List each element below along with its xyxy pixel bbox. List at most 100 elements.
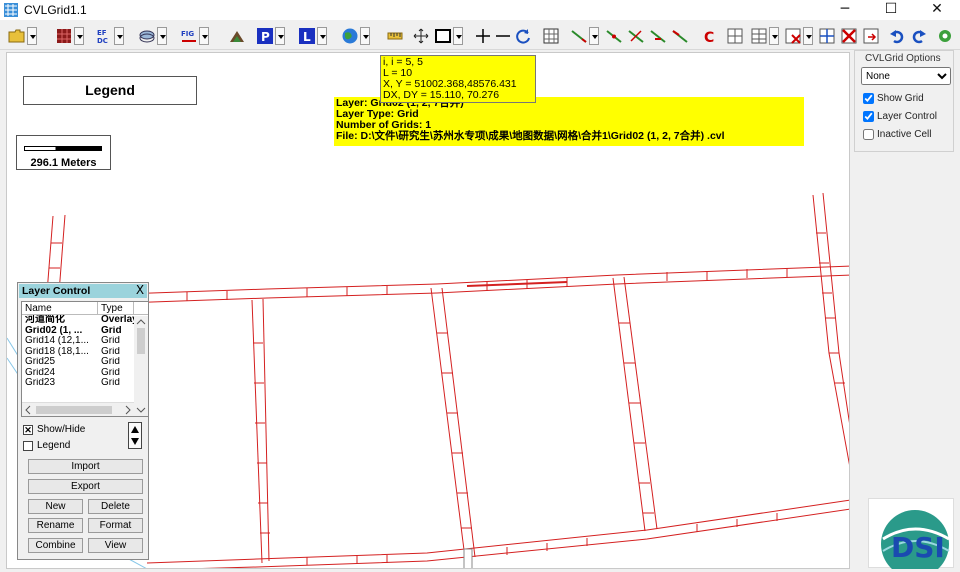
layer-info-file: File: D:\文件\研究生\苏州水专项\成果\地图数据\网格\合并1\Gri… xyxy=(336,130,725,142)
line-tool-4-icon[interactable] xyxy=(649,27,667,45)
rectangle-icon[interactable] xyxy=(434,27,452,45)
layer-control-panel: Layer Control X Name Type 河道简化 Overlay Gr… xyxy=(17,282,149,560)
select-box-icon[interactable] xyxy=(542,27,560,45)
inactive-cell-check[interactable] xyxy=(863,129,874,140)
options-select[interactable]: None xyxy=(861,67,951,85)
pan-icon[interactable] xyxy=(412,27,430,45)
new-button[interactable]: New xyxy=(28,499,83,514)
ef-dc-dropdown[interactable] xyxy=(114,27,124,45)
grid-dropdown[interactable] xyxy=(74,27,84,45)
svg-text:L: L xyxy=(303,30,311,44)
grid-edit-dropdown[interactable] xyxy=(769,27,779,45)
options-panel: CVLGrid Options None Show Grid Layer Con… xyxy=(850,50,960,572)
globe-icon[interactable] xyxy=(341,27,359,45)
line-tool-5-icon[interactable] xyxy=(671,27,689,45)
c-icon[interactable]: C xyxy=(700,27,718,45)
line-tool-1-icon[interactable] xyxy=(570,27,588,45)
layer-list[interactable]: Name Type 河道简化Overlay Grid02 (1, ...Grid… xyxy=(21,301,149,417)
show-hide-checkbox[interactable]: ✕ Show/Hide xyxy=(23,424,85,435)
layer-row[interactable]: Grid02 (1, ... Grid xyxy=(22,326,148,337)
layer-control-close-button[interactable]: X xyxy=(134,283,146,297)
layer-row[interactable]: Grid14 (12,1... Grid xyxy=(22,336,148,347)
grid-edit-2-icon[interactable] xyxy=(750,27,768,45)
grid-merge-icon[interactable] xyxy=(818,27,836,45)
inactive-cell-checkbox[interactable]: Inactive Cell xyxy=(863,129,931,140)
l-icon[interactable]: L xyxy=(298,27,316,45)
open-folder-icon[interactable] xyxy=(8,27,26,45)
svg-text:P: P xyxy=(261,30,270,44)
hill-icon[interactable] xyxy=(228,27,246,45)
p-dropdown[interactable] xyxy=(275,27,285,45)
layer-row[interactable]: Grid18 (18,1... Grid xyxy=(22,347,148,358)
layer-row-type: Grid xyxy=(101,367,120,378)
line-tool-2-icon[interactable] xyxy=(605,27,623,45)
layer-list-hscroll[interactable] xyxy=(22,402,134,416)
show-grid-label: Show Grid xyxy=(877,93,924,104)
minus-icon[interactable] xyxy=(494,27,512,45)
hscroll-thumb[interactable] xyxy=(36,406,112,414)
ruler-icon[interactable] xyxy=(386,27,404,45)
combine-button[interactable]: Combine xyxy=(28,538,83,553)
grid-export-icon[interactable] xyxy=(862,27,880,45)
scale-label: 296.1 Meters xyxy=(30,157,97,169)
line-tool-1-dropdown[interactable] xyxy=(589,27,599,45)
inactive-cell-label: Inactive Cell xyxy=(877,129,932,140)
show-hide-check-icon: ✕ xyxy=(23,424,33,435)
minimize-button[interactable]: ─ xyxy=(822,0,868,20)
grid-delete-icon[interactable] xyxy=(784,27,802,45)
show-grid-checkbox[interactable]: Show Grid xyxy=(863,93,924,104)
ef-dc-icon[interactable]: EFDC xyxy=(95,27,113,45)
move-layer-updown[interactable] xyxy=(128,422,142,449)
cursor-info-dxdy: DX, DY = 15.110, 70.276 xyxy=(383,89,500,101)
layer-control-checkbox[interactable]: Layer Control xyxy=(863,111,937,122)
delete-button[interactable]: Delete xyxy=(88,499,143,514)
show-grid-check[interactable] xyxy=(863,93,874,104)
layer-row-name: 河道简化 xyxy=(25,315,65,325)
view-button[interactable]: View xyxy=(88,538,143,553)
layer-row-type: Grid xyxy=(101,325,122,336)
layer-row-type: Grid xyxy=(101,378,120,388)
legend-checkbox[interactable]: Legend xyxy=(23,440,70,451)
export-button[interactable]: Export xyxy=(28,479,143,494)
fig-dropdown[interactable] xyxy=(199,27,209,45)
legend-label: Legend xyxy=(37,440,71,451)
layer-row[interactable]: Grid24 Grid xyxy=(22,368,148,379)
layer-row[interactable]: Grid23 Grid xyxy=(22,378,148,389)
l-dropdown[interactable] xyxy=(317,27,327,45)
layer-row-name: Grid18 (18,1... xyxy=(25,346,89,357)
layers-icon[interactable] xyxy=(138,27,156,45)
p-icon[interactable]: P xyxy=(256,27,274,45)
fig-icon[interactable]: FIG xyxy=(180,27,198,45)
svg-text:EF: EF xyxy=(97,29,107,37)
open-folder-dropdown[interactable] xyxy=(27,27,37,45)
layer-row[interactable]: 河道简化 Overlay xyxy=(22,315,148,326)
globe-dropdown[interactable] xyxy=(360,27,370,45)
rectangle-dropdown[interactable] xyxy=(453,27,463,45)
svg-text:C: C xyxy=(704,30,714,45)
close-button[interactable]: ✕ xyxy=(914,0,960,20)
column-type[interactable]: Type xyxy=(98,302,134,314)
layer-control-check[interactable] xyxy=(863,111,874,122)
refresh-icon[interactable] xyxy=(514,27,532,45)
legend-check-icon xyxy=(23,440,33,451)
grid-remove-icon[interactable] xyxy=(840,27,858,45)
column-name[interactable]: Name xyxy=(22,302,98,314)
format-button[interactable]: Format xyxy=(88,518,143,533)
add-icon[interactable] xyxy=(474,27,492,45)
layer-row-name: Grid14 (12,1... xyxy=(25,336,89,346)
rename-button[interactable]: Rename xyxy=(28,518,83,533)
options-group: CVLGrid Options None Show Grid Layer Con… xyxy=(854,50,954,152)
grid-edit-1-icon[interactable] xyxy=(726,27,744,45)
import-button[interactable]: Import xyxy=(28,459,143,474)
settings-icon[interactable] xyxy=(936,27,954,45)
grid-delete-dropdown[interactable] xyxy=(803,27,813,45)
maximize-button[interactable]: ☐ xyxy=(868,0,914,20)
layers-dropdown[interactable] xyxy=(157,27,167,45)
layer-list-vscroll[interactable] xyxy=(134,316,148,416)
legend-box: Legend xyxy=(23,76,197,105)
line-tool-3-icon[interactable] xyxy=(627,27,645,45)
undo-icon[interactable] xyxy=(888,27,906,45)
layer-row[interactable]: Grid25 Grid xyxy=(22,357,148,368)
redo-icon[interactable] xyxy=(910,27,928,45)
grid-icon[interactable] xyxy=(55,27,73,45)
